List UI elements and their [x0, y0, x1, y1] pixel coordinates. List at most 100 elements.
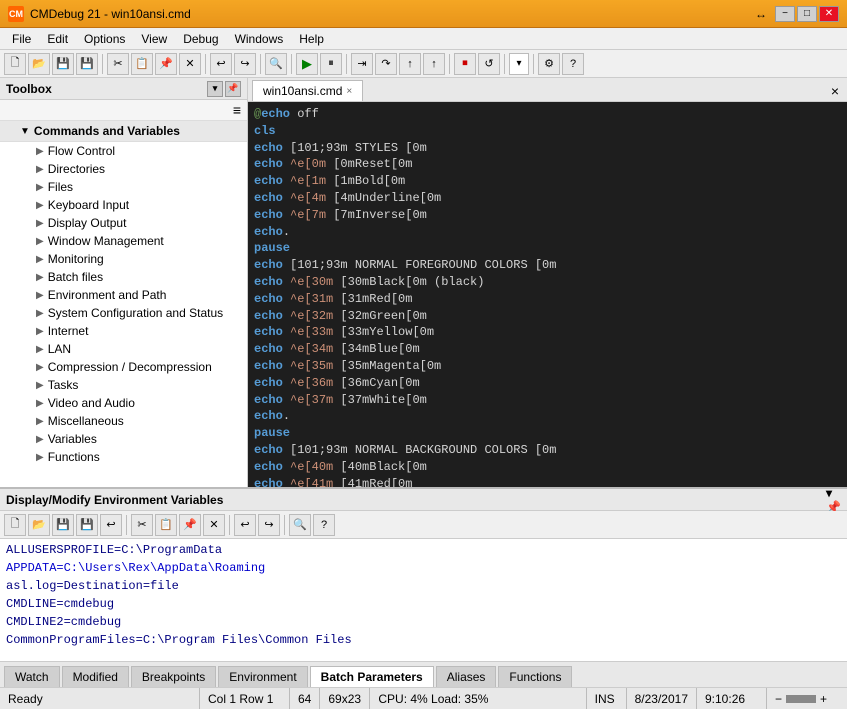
separator-4	[291, 54, 292, 74]
toolbox-scroll: ▼ Commands and Variables ▶ Flow Control …	[0, 121, 247, 487]
env-open-btn[interactable]: 📂	[28, 514, 50, 536]
code-line: echo ^e[30m [30mBlack[0m (black)	[254, 274, 841, 291]
section-commands-variables[interactable]: ▼ Commands and Variables	[0, 121, 247, 142]
toolbox-item-internet[interactable]: ▶ Internet	[0, 322, 247, 340]
bottom-panel-dropdown-btn[interactable]: ▾	[826, 486, 841, 500]
toolbox-item-monitoring[interactable]: ▶ Monitoring	[0, 250, 247, 268]
menu-item-help[interactable]: Help	[291, 30, 332, 48]
bottom-tab-aliases[interactable]: Aliases	[436, 666, 497, 687]
toolbox-item-misc[interactable]: ▶ Miscellaneous	[0, 412, 247, 430]
save-button[interactable]: 💾	[52, 53, 74, 75]
toolbox-item-flow-control[interactable]: ▶ Flow Control	[0, 142, 247, 160]
env-undo-btn[interactable]: ↩	[234, 514, 256, 536]
bottom-tab-watch[interactable]: Watch	[4, 666, 60, 687]
restart-button[interactable]: ↺	[478, 53, 500, 75]
toolbox-item-video-audio[interactable]: ▶ Video and Audio	[0, 394, 247, 412]
toolbox-item-env-path[interactable]: ▶ Environment and Path	[0, 286, 247, 304]
env-find-btn[interactable]: 🔍	[289, 514, 311, 536]
menu-item-view[interactable]: View	[133, 30, 175, 48]
item-arrow: ▶	[36, 272, 44, 283]
zoom-plus-icon[interactable]: +	[820, 692, 827, 706]
code-line: echo ^e[0m [0mReset[0m	[254, 156, 841, 173]
undo-button[interactable]: ↩	[210, 53, 232, 75]
paste-button[interactable]: 📌	[155, 53, 177, 75]
env-new-btn[interactable]: 🗋	[4, 514, 26, 536]
item-arrow: ▶	[36, 380, 44, 391]
run-button[interactable]: ▶	[296, 53, 318, 75]
stop-button[interactable]: ⏹	[454, 53, 476, 75]
env-redo-btn[interactable]: ↪	[258, 514, 280, 536]
env-help-btn[interactable]: ?	[313, 514, 335, 536]
env-paste-btn[interactable]: 📌	[179, 514, 201, 536]
toolbox-item-sys-config[interactable]: ▶ System Configuration and Status	[0, 304, 247, 322]
toolbox-item-compression[interactable]: ▶ Compression / Decompression	[0, 358, 247, 376]
status-num: 64	[290, 688, 320, 709]
maximize-button[interactable]: □	[797, 6, 817, 22]
env-delete-btn[interactable]: ✕	[203, 514, 225, 536]
new-button[interactable]: 🗋	[4, 53, 26, 75]
item-arrow: ▶	[36, 254, 44, 265]
env-save2-btn[interactable]: 💾	[76, 514, 98, 536]
find-button[interactable]: 🔍	[265, 53, 287, 75]
step-over-button[interactable]: ↷	[375, 53, 397, 75]
code-line: cls	[254, 123, 841, 140]
config-button[interactable]: ⚙	[538, 53, 560, 75]
toolbox-pin-btn[interactable]: 📌	[225, 81, 241, 97]
code-line: echo ^e[32m [32mGreen[0m	[254, 308, 841, 325]
editor-area: win10ansi.cmd × × @echo off cls echo [10…	[248, 78, 847, 487]
status-size-text: 69x23	[328, 692, 361, 706]
env-vars-content[interactable]: ALLUSERSPROFILE=C:\ProgramData APPDATA=C…	[0, 539, 847, 661]
toolbox-item-display[interactable]: ▶ Display Output	[0, 214, 247, 232]
menu-item-edit[interactable]: Edit	[39, 30, 76, 48]
bottom-tab-batch-parameters[interactable]: Batch Parameters	[310, 666, 434, 687]
menu-item-debug[interactable]: Debug	[175, 30, 226, 48]
close-button[interactable]: ✕	[819, 6, 839, 22]
env-save-btn[interactable]: 💾	[52, 514, 74, 536]
step-button[interactable]: ⇥	[351, 53, 373, 75]
item-arrow: ▶	[36, 218, 44, 229]
step-out-button[interactable]: ↑	[399, 53, 421, 75]
item-arrow: ▶	[36, 434, 44, 445]
step-back-button[interactable]: ↑	[423, 53, 445, 75]
open-button[interactable]: 📂	[28, 53, 50, 75]
bottom-tab-breakpoints[interactable]: Breakpoints	[131, 666, 216, 687]
toolbox-item-keyboard[interactable]: ▶ Keyboard Input	[0, 196, 247, 214]
toolbox-item-variables[interactable]: ▶ Variables	[0, 430, 247, 448]
menu-item-options[interactable]: Options	[76, 30, 133, 48]
minimize-button[interactable]: −	[775, 6, 795, 22]
toolbar-dropdown[interactable]: ▾	[509, 53, 529, 75]
toolbox-item-tasks[interactable]: ▶ Tasks	[0, 376, 247, 394]
tab-close-all-icon[interactable]: ×	[827, 81, 843, 101]
toolbox-item-lan[interactable]: ▶ LAN	[0, 340, 247, 358]
toolbox-item-functions[interactable]: ▶ Functions	[0, 448, 247, 466]
copy-button[interactable]: 📋	[131, 53, 153, 75]
help-button[interactable]: ?	[562, 53, 584, 75]
editor-tab-win10ansi[interactable]: win10ansi.cmd ×	[252, 80, 363, 101]
bottom-tab-modified[interactable]: Modified	[62, 666, 129, 687]
bottom-tab-functions[interactable]: Functions	[498, 666, 572, 687]
env-back-btn[interactable]: ↩	[100, 514, 122, 536]
toolbox-item-window-mgmt[interactable]: ▶ Window Management	[0, 232, 247, 250]
env-copy-btn[interactable]: 📋	[155, 514, 177, 536]
code-line: echo ^e[33m [33mYellow[0m	[254, 324, 841, 341]
toolbox-dropdown-btn[interactable]: ▾	[207, 81, 223, 97]
separator-8	[533, 54, 534, 74]
toolbox-item-directories[interactable]: ▶ Directories	[0, 160, 247, 178]
toolbox-item-files[interactable]: ▶ Files	[0, 178, 247, 196]
code-editor[interactable]: @echo off cls echo [101;93m STYLES [0m e…	[248, 102, 847, 487]
toolbox-item-batch[interactable]: ▶ Batch files	[0, 268, 247, 286]
bottom-tab-environment[interactable]: Environment	[218, 666, 307, 687]
delete-button[interactable]: ✕	[179, 53, 201, 75]
zoom-minus-icon[interactable]: −	[775, 692, 782, 706]
env-cut-btn[interactable]: ✂	[131, 514, 153, 536]
status-ready: Ready	[0, 688, 200, 709]
redo-button[interactable]: ↪	[234, 53, 256, 75]
env-var-line: CMDLINE=cmdebug	[6, 595, 841, 613]
cut-button[interactable]: ✂	[107, 53, 129, 75]
tab-close-icon[interactable]: ×	[346, 86, 352, 97]
menu-item-file[interactable]: File	[4, 30, 39, 48]
toolbox-menu-icon[interactable]: ≡	[233, 102, 241, 118]
menu-item-windows[interactable]: Windows	[227, 30, 292, 48]
pause-button[interactable]: ⏸	[320, 53, 342, 75]
save-all-button[interactable]: 💾	[76, 53, 98, 75]
